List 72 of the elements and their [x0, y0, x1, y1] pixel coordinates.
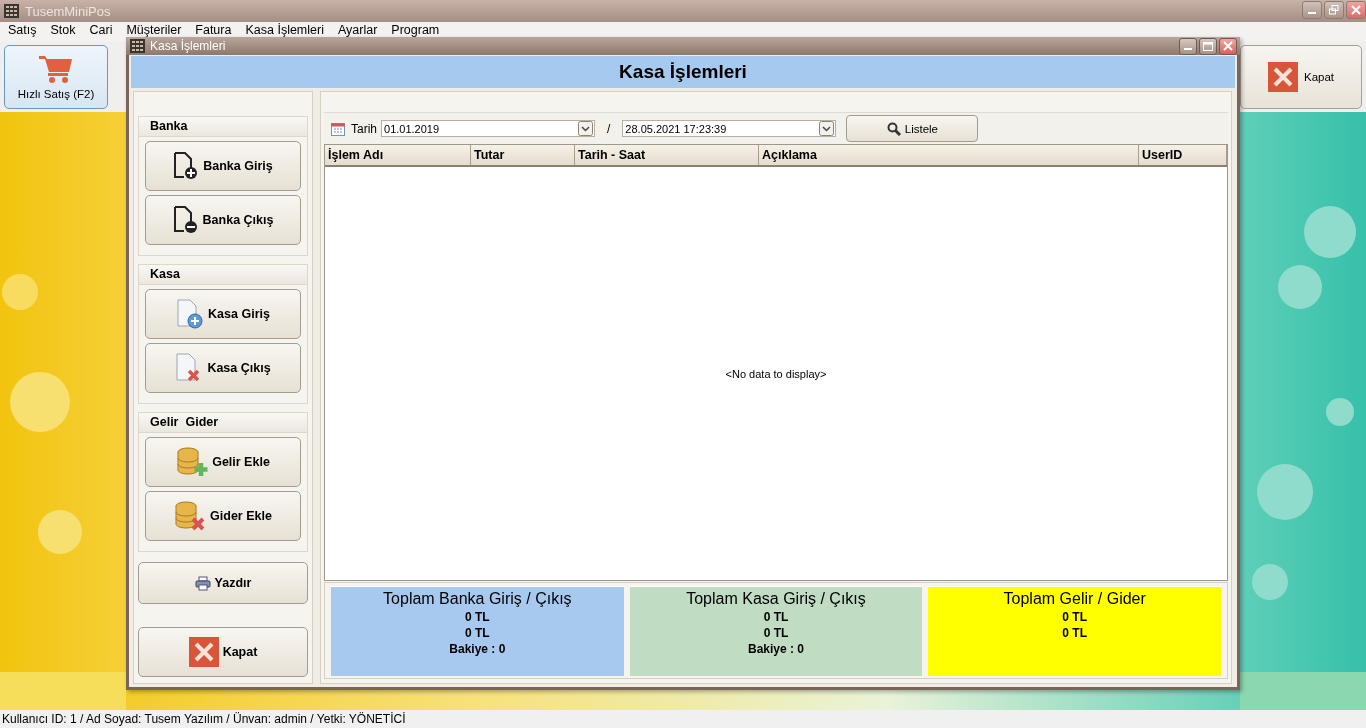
summary-value: 0 TL	[464, 625, 491, 641]
page-header: Kasa İşlemleri	[131, 56, 1235, 88]
menu-item[interactable]: Fatura	[195, 22, 232, 38]
date-field[interactable]: 28.05.2021 17:23:39	[622, 120, 837, 137]
maximize-button[interactable]	[1199, 37, 1217, 55]
close-icon	[1223, 41, 1233, 52]
file-plus-icon	[176, 299, 205, 329]
menu-item[interactable]: Ayarlar	[337, 22, 378, 38]
summary-title: Toplam Gelir / Gider	[1002, 589, 1147, 609]
maximize-icon	[1203, 41, 1213, 51]
group-title: Banka	[139, 117, 307, 137]
restore-icon	[1329, 5, 1339, 15]
close-button[interactable]: Kapat	[138, 627, 308, 677]
document-minus-icon	[172, 206, 199, 234]
database-plus-icon	[176, 447, 209, 477]
minimize-button[interactable]	[1302, 1, 1322, 19]
document-plus-icon	[173, 152, 200, 180]
group-title: Kasa	[139, 265, 307, 285]
calendar-icon	[331, 121, 345, 136]
restore-button[interactable]	[1324, 1, 1344, 19]
close-icon	[1267, 62, 1298, 92]
menu-item[interactable]: Satış	[8, 22, 37, 38]
close-button[interactable]	[1346, 1, 1366, 19]
action-button[interactable]: Kasa Çıkış	[145, 343, 301, 393]
printer-icon	[194, 575, 211, 591]
column-header[interactable]: UserID	[1139, 145, 1227, 165]
date-field[interactable]: 01.01.2019	[381, 120, 595, 137]
dropdown-icon[interactable]	[819, 121, 835, 136]
summary-title: Toplam Kasa Giriş / Çıkış	[685, 589, 867, 609]
menu-item[interactable]: Cari	[89, 22, 113, 38]
close-button[interactable]	[1219, 37, 1237, 55]
summary-value: Bakiye : 0	[448, 641, 507, 657]
summary-value: Bakiye : 0	[747, 641, 806, 657]
summary-value: 0 TL	[762, 625, 790, 641]
menu-item[interactable]: Stok	[50, 22, 76, 38]
summary-value: 0 TL	[464, 609, 491, 625]
separator-label: /	[607, 121, 611, 136]
dropdown-icon[interactable]	[578, 121, 593, 136]
close-icon	[1351, 5, 1361, 15]
app-icon	[130, 39, 145, 54]
list-button[interactable]: Listele	[846, 115, 979, 142]
summary-value: 0 TL	[1061, 625, 1088, 641]
toolbar-button[interactable]: Hızlı Satış (F2)	[4, 45, 108, 109]
group-title: Gelir Gider	[139, 413, 307, 433]
menu-item[interactable]: Program	[391, 22, 440, 38]
window-title: TusemMiniPos	[25, 3, 111, 19]
date-label: Tarih	[351, 121, 377, 136]
database-delete-icon	[174, 501, 207, 531]
close-icon	[188, 637, 219, 667]
summary-value: 0 TL	[762, 609, 790, 625]
app-icon	[4, 4, 19, 18]
action-button[interactable]: Banka Çıkış	[145, 195, 301, 245]
action-button[interactable]: Gelir Ekle	[145, 437, 301, 487]
menu-item[interactable]: Kasa İşlemleri	[245, 22, 324, 38]
minimize-button[interactable]	[1179, 37, 1197, 55]
window-title: Kasa İşlemleri	[150, 39, 226, 54]
action-button[interactable]: Gider Ekle	[145, 491, 301, 541]
toolbar-button[interactable]: Kapat	[1240, 45, 1362, 109]
column-header[interactable]: Tutar	[471, 145, 575, 165]
summary-title: Toplam Banka Giriş / Çıkış	[382, 589, 573, 609]
column-header[interactable]: İşlem Adı	[325, 145, 471, 165]
action-button[interactable]: Kasa Giriş	[145, 289, 301, 339]
status-bar: Kullanıcı ID: 1 / Ad Soyad: Tusem Yazılım / Ünvan: admin / Yetki: YÖNETİCİ	[0, 710, 1366, 728]
search-icon	[886, 121, 901, 136]
print-button[interactable]: Yazdır	[138, 562, 308, 604]
column-header[interactable]: Tarih - Saat	[575, 145, 759, 165]
menu-item[interactable]: Müşteriler	[126, 22, 182, 38]
column-header[interactable]: Açıklama	[759, 145, 1139, 165]
action-button[interactable]: Banka Giriş	[145, 141, 301, 191]
cart-icon	[39, 54, 73, 84]
summary-value: 0 TL	[1061, 609, 1088, 625]
empty-message: <No data to display>	[725, 367, 827, 380]
